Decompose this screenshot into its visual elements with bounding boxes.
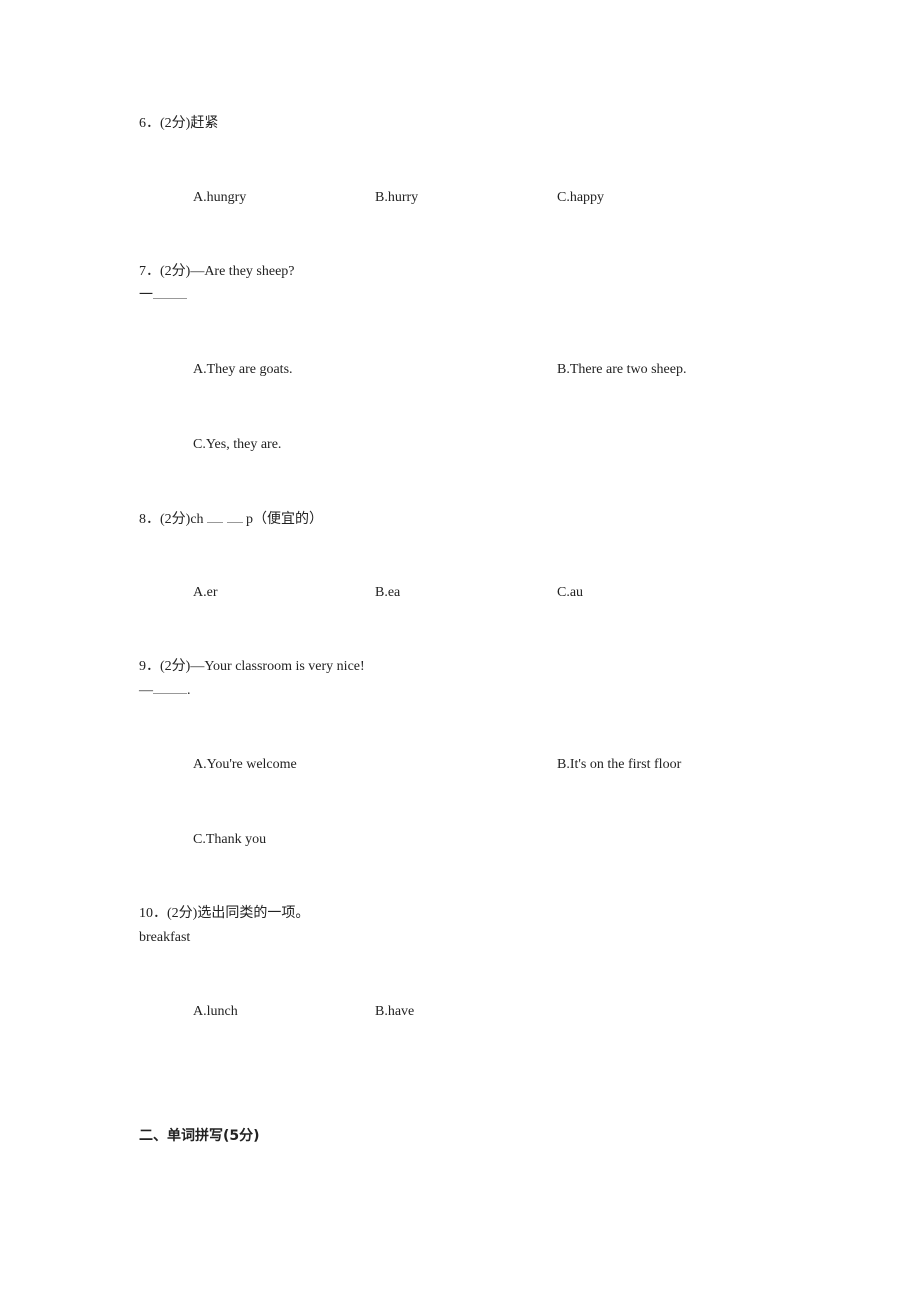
question-7-option-b[interactable]: B.There are two sheep. [557,361,686,379]
question-7-stem: 7．(2分)—Are they sheep? [139,264,295,279]
stem-suffix: p（便宜的） [246,512,324,527]
question-7-option-a[interactable]: A.They are goats. [193,361,293,379]
question-10-stem: 10．(2分)选出同类的一项。 [139,906,310,921]
question-8-stem: 8．(2分)ch p（便宜的） [139,510,323,529]
question-10-option-a[interactable]: A.lunch [193,1003,238,1021]
question-7-answer-line: 一 [139,286,187,305]
question-8-option-b[interactable]: B.ea [375,584,400,602]
answer-suffix: . [187,683,191,698]
section-2-heading: 二、单词拼写(5分) [139,1128,260,1144]
stem-prefix: 8．(2分)ch [139,512,204,527]
answer-blank[interactable] [153,286,187,299]
question-10-word: breakfast [139,930,191,945]
question-7-option-c[interactable]: C.Yes, they are. [193,436,281,454]
question-9-stem: 9．(2分)—Your classroom is very nice! [139,659,365,674]
answer-blank[interactable] [153,681,187,694]
question-9-option-a[interactable]: A.You're welcome [193,756,297,774]
question-9-option-b[interactable]: B.It's on the first floor [557,756,681,774]
question-8-option-a[interactable]: A.er [193,584,218,602]
question-8-option-c[interactable]: C.au [557,584,583,602]
letter-blank-1[interactable] [207,510,224,523]
question-6-option-a[interactable]: A.hungry [193,189,246,207]
question-9-option-c[interactable]: C.Thank you [193,831,266,849]
question-6-option-c[interactable]: C.happy [557,189,604,207]
question-9-answer-line: —. [139,681,191,700]
question-10-option-b[interactable]: B.have [375,1003,414,1021]
question-6-option-b[interactable]: B.hurry [375,189,418,207]
dash-prefix: 一 [139,288,153,303]
dash-prefix: — [139,683,153,698]
question-6-stem: 6．(2分)赶紧 [139,116,219,131]
letter-blank-2[interactable] [226,510,243,523]
